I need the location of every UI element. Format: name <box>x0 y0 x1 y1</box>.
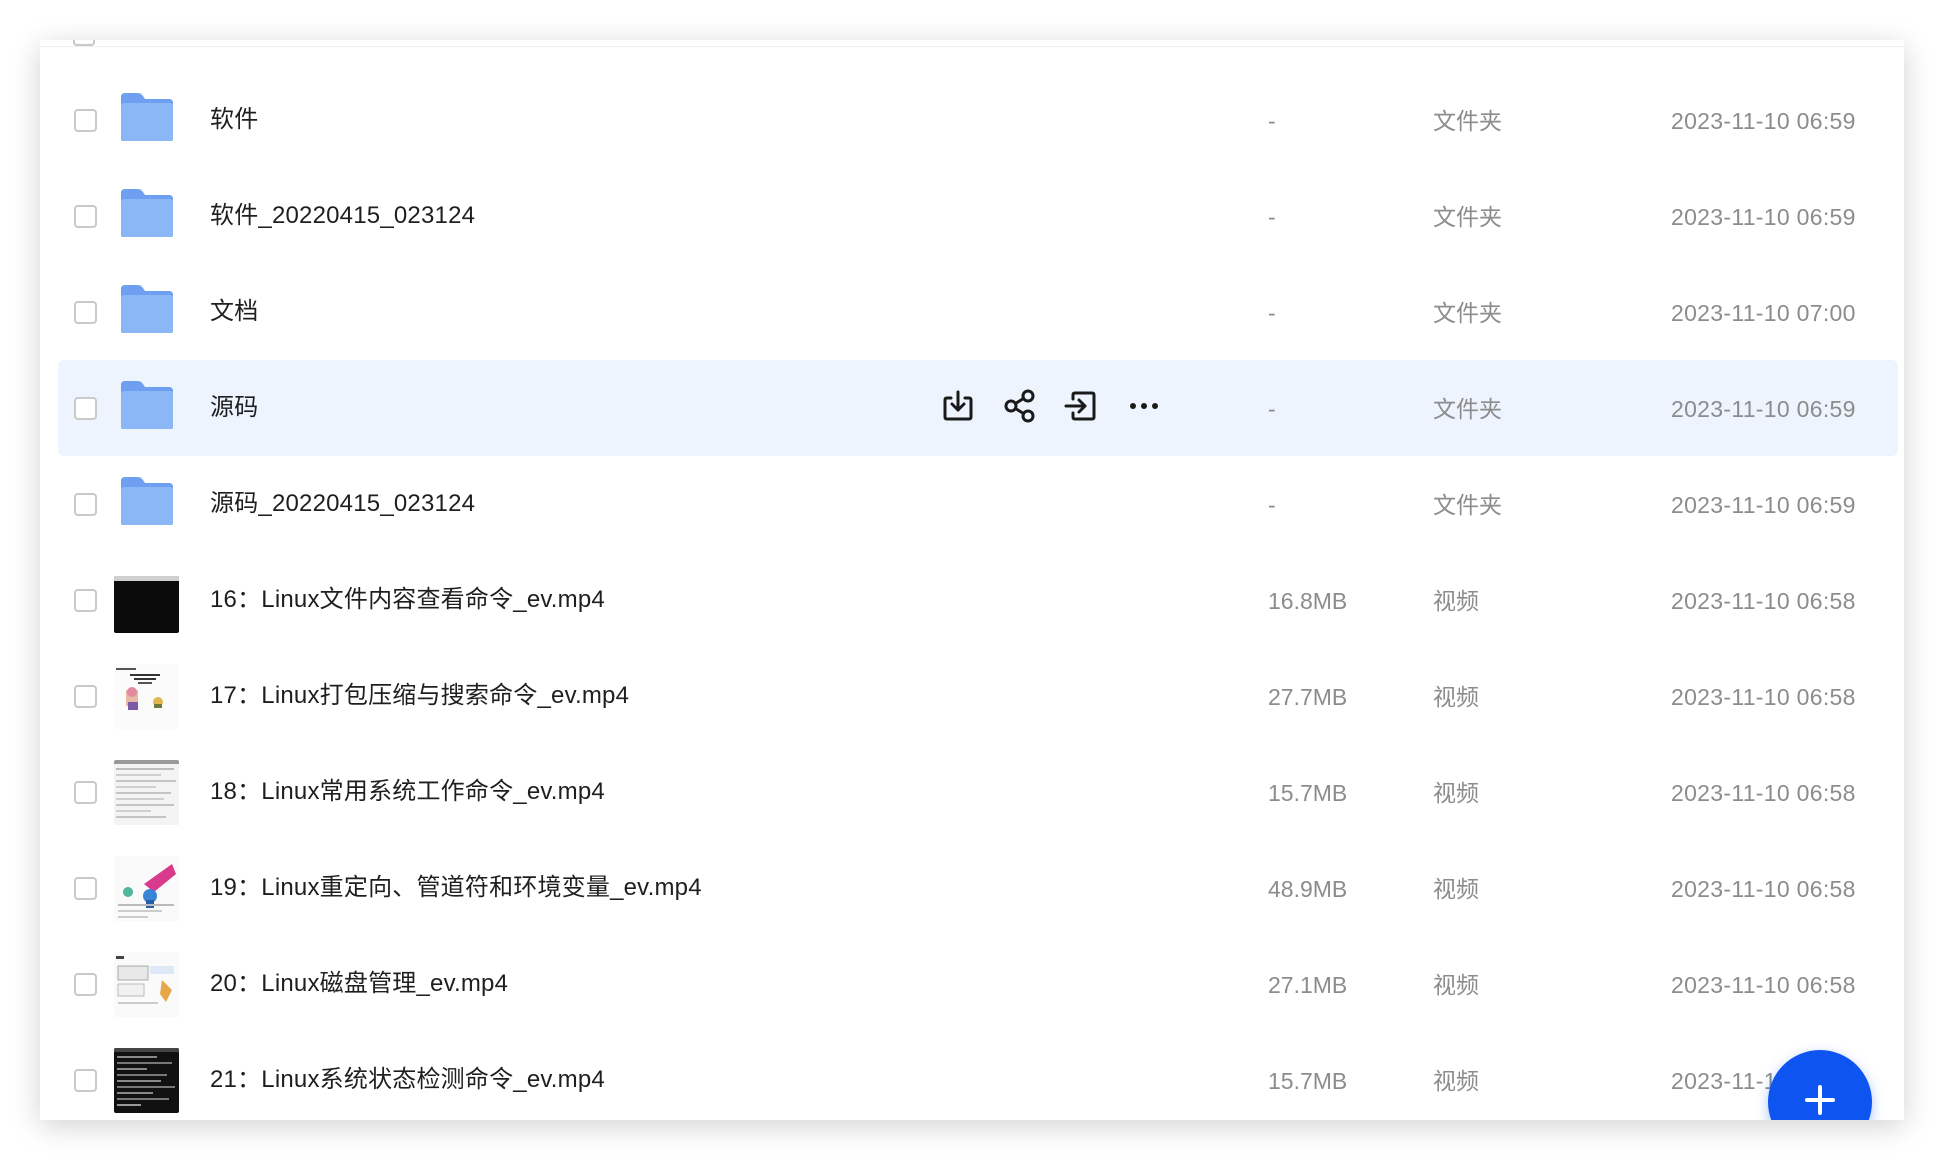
file-type: 视频 <box>1433 780 1479 806</box>
file-date: 2023-11-10 06:58 <box>1671 972 1856 998</box>
share-icon <box>1002 388 1038 429</box>
file-list-window: 软件 - 文件夹 2023-11-10 06:59 软件_20220415_02… <box>40 40 1904 1120</box>
file-size: - <box>1268 108 1276 134</box>
file-row[interactable]: 软件 - 文件夹 2023-11-10 06:59 <box>58 72 1898 168</box>
video-thumbnail <box>114 1048 179 1113</box>
row-checkbox[interactable] <box>74 397 97 420</box>
more-icon <box>1128 399 1160 417</box>
plus-icon <box>1803 1083 1837 1121</box>
folder-icon <box>117 187 176 246</box>
file-size: - <box>1268 204 1276 230</box>
move-button[interactable] <box>1059 386 1103 430</box>
file-date: 2023-11-10 06:58 <box>1671 876 1856 902</box>
file-type: 视频 <box>1433 1068 1479 1094</box>
file-size: - <box>1268 492 1276 518</box>
file-row[interactable]: 16：Linux文件内容查看命令_ev.mp4 16.8MB 视频 2023-1… <box>58 552 1898 648</box>
row-checkbox[interactable] <box>74 973 97 996</box>
folder-icon <box>117 379 176 438</box>
row-checkbox[interactable] <box>74 493 97 516</box>
row-checkbox[interactable] <box>74 205 97 228</box>
file-name[interactable]: 17：Linux打包压缩与搜索命令_ev.mp4 <box>210 680 629 712</box>
folder-icon <box>117 475 176 534</box>
file-row[interactable]: 文档 - 文件夹 2023-11-10 07:00 <box>58 264 1898 360</box>
file-date: 2023-11-10 06:59 <box>1671 204 1856 230</box>
file-name[interactable]: 20：Linux磁盘管理_ev.mp4 <box>210 968 508 1000</box>
file-date: 2023-11-10 06:58 <box>1671 588 1856 614</box>
file-name[interactable]: 文档 <box>210 296 258 328</box>
file-date: 2023-11-10 06:58 <box>1671 780 1856 806</box>
file-name[interactable]: 源码 <box>210 392 258 424</box>
file-type: 视频 <box>1433 588 1479 614</box>
video-thumbnail <box>114 856 179 921</box>
select-all-checkbox[interactable] <box>73 40 95 46</box>
row-checkbox[interactable] <box>74 1069 97 1092</box>
file-row[interactable]: 源码 - 文件夹 2023-11-10 06:59 <box>58 360 1898 456</box>
file-row[interactable]: 软件_20220415_023124 - 文件夹 2023-11-10 06:5… <box>58 168 1898 264</box>
file-size: - <box>1268 300 1276 326</box>
file-size: 27.1MB <box>1268 972 1348 998</box>
file-size: - <box>1268 396 1276 422</box>
file-size: 27.7MB <box>1268 684 1348 710</box>
file-row[interactable]: 源码_20220415_023124 - 文件夹 2023-11-10 06:5… <box>58 456 1898 552</box>
folder-icon <box>117 283 176 342</box>
file-type: 文件夹 <box>1433 204 1502 230</box>
download-icon <box>940 388 976 429</box>
file-row[interactable]: 21：Linux系统状态检测命令_ev.mp4 15.7MB 视频 2023-1… <box>58 1032 1898 1120</box>
file-size: 16.8MB <box>1268 588 1348 614</box>
file-type: 文件夹 <box>1433 492 1502 518</box>
file-row[interactable]: 17：Linux打包压缩与搜索命令_ev.mp4 27.7MB 视频 2023-… <box>58 648 1898 744</box>
row-checkbox[interactable] <box>74 877 97 900</box>
file-name[interactable]: 软件 <box>210 104 258 136</box>
video-thumbnail <box>114 760 179 825</box>
row-checkbox[interactable] <box>74 589 97 612</box>
share-button[interactable] <box>998 386 1042 430</box>
video-thumbnail <box>114 952 179 1017</box>
file-row[interactable]: 20：Linux磁盘管理_ev.mp4 27.1MB 视频 2023-11-10… <box>58 936 1898 1032</box>
file-row[interactable]: 19：Linux重定向、管道符和环境变量_ev.mp4 48.9MB 视频 20… <box>58 840 1898 936</box>
file-type: 视频 <box>1433 972 1479 998</box>
file-type: 文件夹 <box>1433 108 1502 134</box>
row-checkbox[interactable] <box>74 301 97 324</box>
file-size: 15.7MB <box>1268 780 1348 806</box>
file-name[interactable]: 21：Linux系统状态检测命令_ev.mp4 <box>210 1064 605 1096</box>
video-thumbnail <box>114 664 179 729</box>
file-name[interactable]: 16：Linux文件内容查看命令_ev.mp4 <box>210 584 605 616</box>
row-checkbox[interactable] <box>74 685 97 708</box>
file-name[interactable]: 源码_20220415_023124 <box>210 488 475 520</box>
row-checkbox[interactable] <box>74 109 97 132</box>
more-button[interactable] <box>1122 386 1166 430</box>
file-name[interactable]: 18：Linux常用系统工作命令_ev.mp4 <box>210 776 605 808</box>
file-size: 15.7MB <box>1268 1068 1348 1094</box>
file-list: 软件 - 文件夹 2023-11-10 06:59 软件_20220415_02… <box>58 72 1898 1120</box>
file-name[interactable]: 软件_20220415_023124 <box>210 200 475 232</box>
file-type: 视频 <box>1433 876 1479 902</box>
row-checkbox[interactable] <box>74 781 97 804</box>
download-button[interactable] <box>936 386 980 430</box>
file-date: 2023-11-10 06:59 <box>1671 492 1856 518</box>
file-type: 视频 <box>1433 684 1479 710</box>
file-row[interactable]: 18：Linux常用系统工作命令_ev.mp4 15.7MB 视频 2023-1… <box>58 744 1898 840</box>
file-date: 2023-11-10 06:59 <box>1671 108 1856 134</box>
video-thumbnail <box>114 568 179 633</box>
table-header <box>40 40 1904 47</box>
file-date: 2023-11-10 06:58 <box>1671 684 1856 710</box>
file-type: 文件夹 <box>1433 396 1502 422</box>
move-icon <box>1063 388 1099 429</box>
file-size: 48.9MB <box>1268 876 1348 902</box>
file-name[interactable]: 19：Linux重定向、管道符和环境变量_ev.mp4 <box>210 872 702 904</box>
file-date: 2023-11-10 06:59 <box>1671 396 1856 422</box>
file-date: 2023-11-10 07:00 <box>1671 300 1856 326</box>
folder-icon <box>117 91 176 150</box>
file-type: 文件夹 <box>1433 300 1502 326</box>
